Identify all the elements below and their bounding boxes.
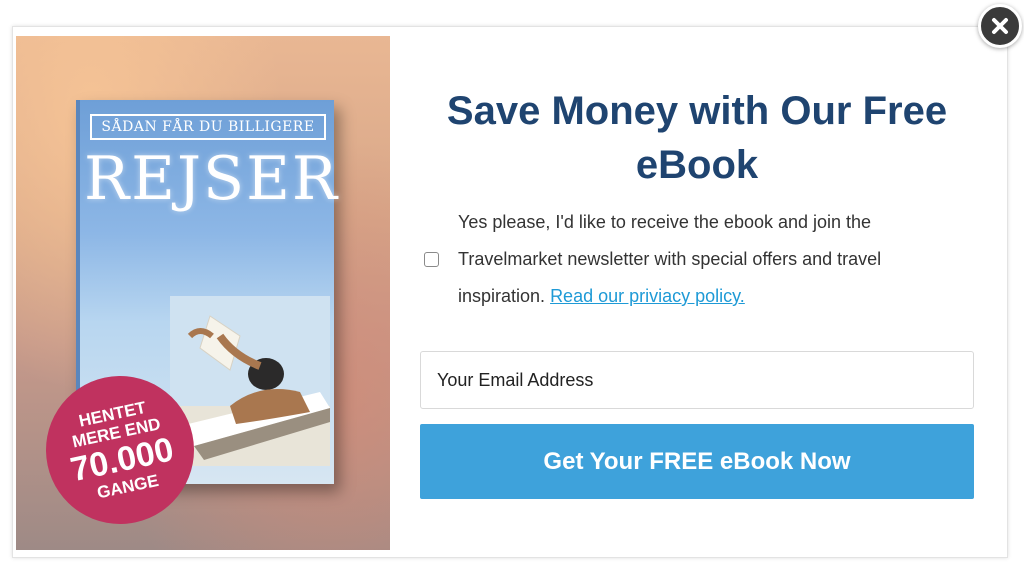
email-input[interactable] [420,351,974,409]
consent-text: Yes please, I'd like to receive the eboo… [458,204,958,315]
popup-headline: Save Money with Our Free eBook [446,89,948,187]
get-ebook-button[interactable]: Get Your FREE eBook Now [420,424,974,499]
ebook-cover-title: REJSER [84,144,340,214]
close-icon [992,18,1008,34]
privacy-policy-link[interactable]: Read our priviacy policy. [550,286,745,306]
close-button[interactable] [978,4,1022,48]
consent-checkbox[interactable] [424,252,439,267]
ebook-promo-image: SÅDAN FÅR DU BILLIGERE REJSER HENTET MER… [16,36,390,550]
ebook-cover-subtitle: SÅDAN FÅR DU BILLIGERE [90,114,326,140]
cover-photo-reader [170,296,330,466]
